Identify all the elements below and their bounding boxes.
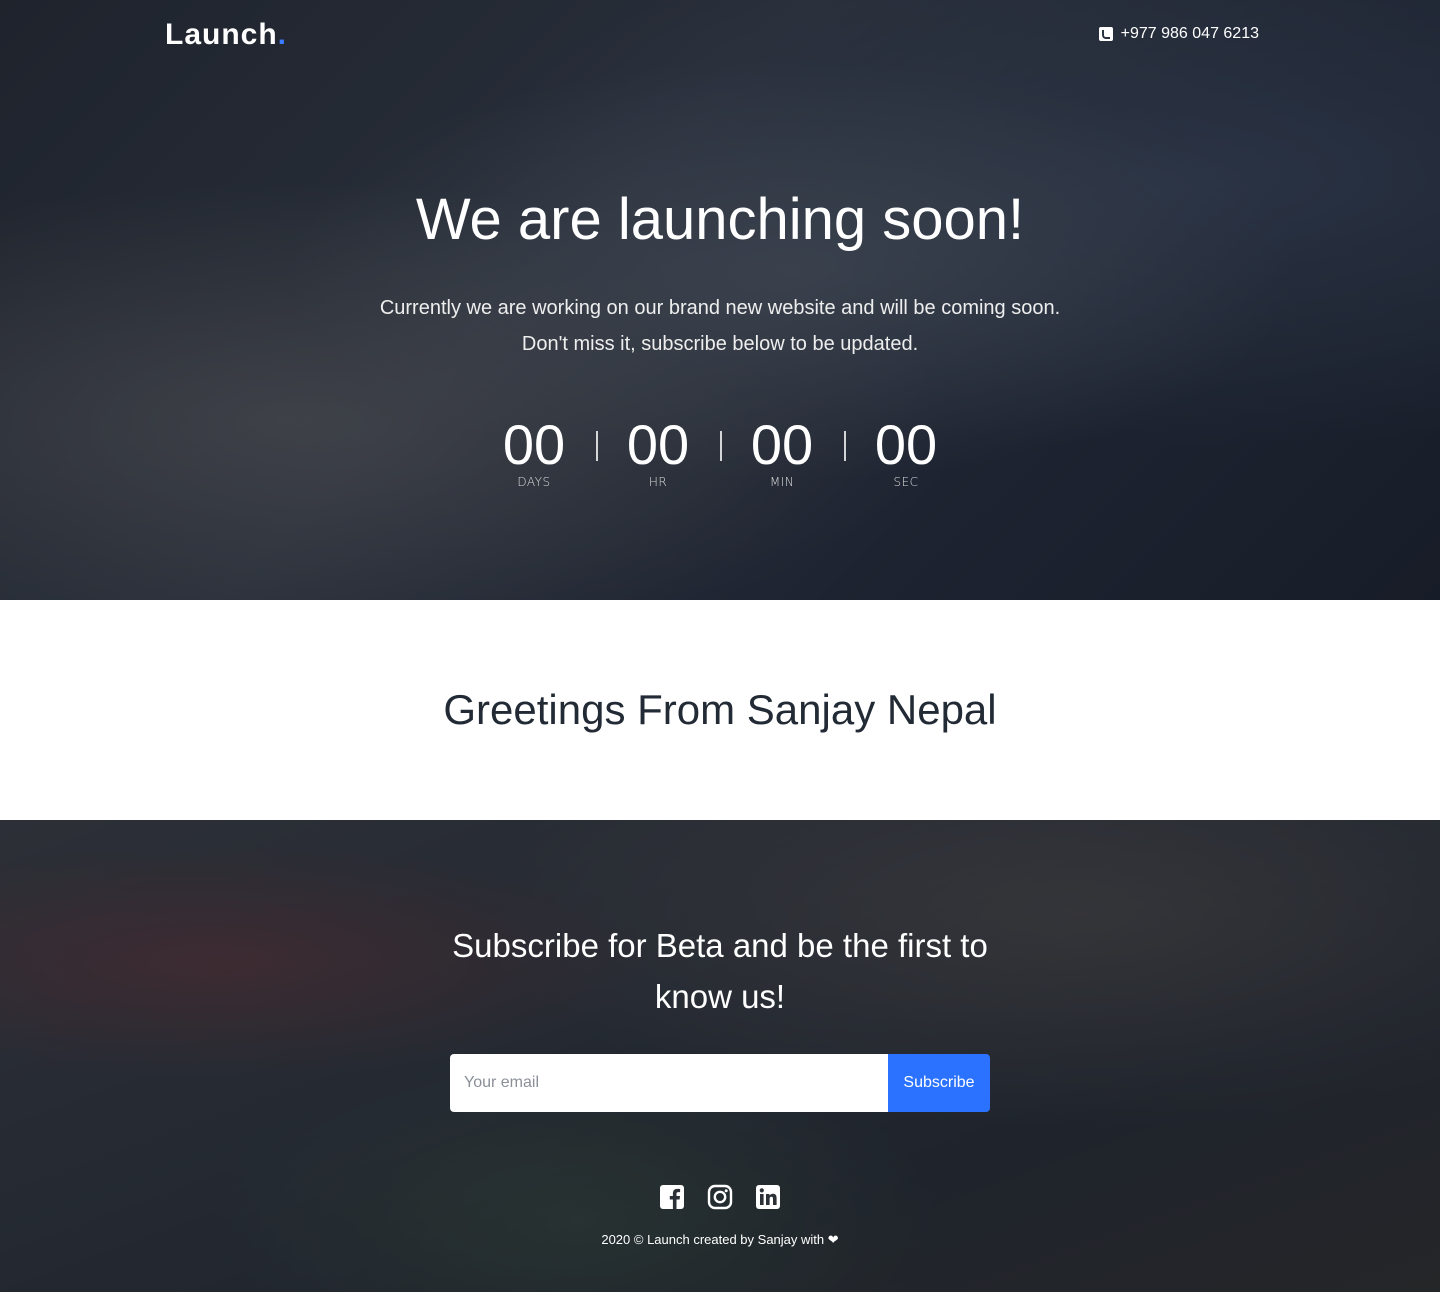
countdown-days-value: 00: [502, 413, 566, 476]
social-links: [0, 1184, 1440, 1210]
countdown-minutes-label: MIN: [769, 475, 795, 489]
countdown-timer: 00 DAYS 00 HR 00 MIN 00 SEC: [0, 413, 1440, 490]
hero-section: Launch. +977 986 047 6213 We are launchi…: [0, 0, 1440, 600]
hero-subtitle-line-1: Currently we are working on our brand ne…: [379, 297, 1061, 319]
hero-subtitle: Currently we are working on our brand ne…: [0, 290, 1440, 362]
greeting-section: Greetings From Sanjay Nepal: [0, 600, 1440, 820]
linkedin-icon[interactable]: [755, 1184, 781, 1210]
phone-icon: [1098, 27, 1113, 41]
subscribe-button[interactable]: Subscribe: [888, 1054, 990, 1112]
countdown-minutes: 00 MIN: [720, 415, 844, 489]
email-input[interactable]: [450, 1054, 888, 1112]
phone-number: +977 986 047 6213: [1120, 25, 1259, 42]
facebook-icon[interactable]: [659, 1184, 685, 1210]
hero-subtitle-line-2: Don't miss it, subscribe below to be upd…: [521, 333, 919, 355]
subscribe-section: Subscribe for Beta and be the first to k…: [0, 820, 1440, 1292]
countdown-hours-label: HR: [648, 475, 668, 489]
instagram-icon[interactable]: [707, 1184, 733, 1210]
countdown-hours-value: 00: [626, 413, 690, 476]
subscribe-form: Subscribe: [450, 1054, 990, 1112]
phone-contact[interactable]: +977 986 047 6213: [1098, 25, 1259, 43]
logo-text: Launch: [165, 18, 278, 51]
countdown-seconds: 00 SEC: [844, 415, 968, 489]
logo-dot: .: [277, 18, 288, 51]
countdown-days: 00 DAYS: [472, 413, 596, 490]
footer-copyright: 2020 © Launch created by Sanjay with ❤: [601, 1232, 839, 1247]
logo[interactable]: Launch.: [165, 18, 287, 52]
hero-title: We are launching soon!: [415, 187, 1025, 252]
countdown-days-label: DAYS: [517, 475, 551, 489]
countdown-minutes-value: 00: [750, 413, 814, 476]
countdown-seconds-value: 00: [874, 413, 938, 476]
greeting-title: Greetings From Sanjay Nepal: [443, 686, 997, 733]
top-bar: Launch. +977 986 047 6213: [0, 0, 1440, 72]
subscribe-title: Subscribe for Beta and be the first to k…: [452, 927, 988, 1015]
countdown-hours: 00 HR: [596, 415, 720, 489]
countdown-seconds-label: SEC: [893, 475, 919, 489]
